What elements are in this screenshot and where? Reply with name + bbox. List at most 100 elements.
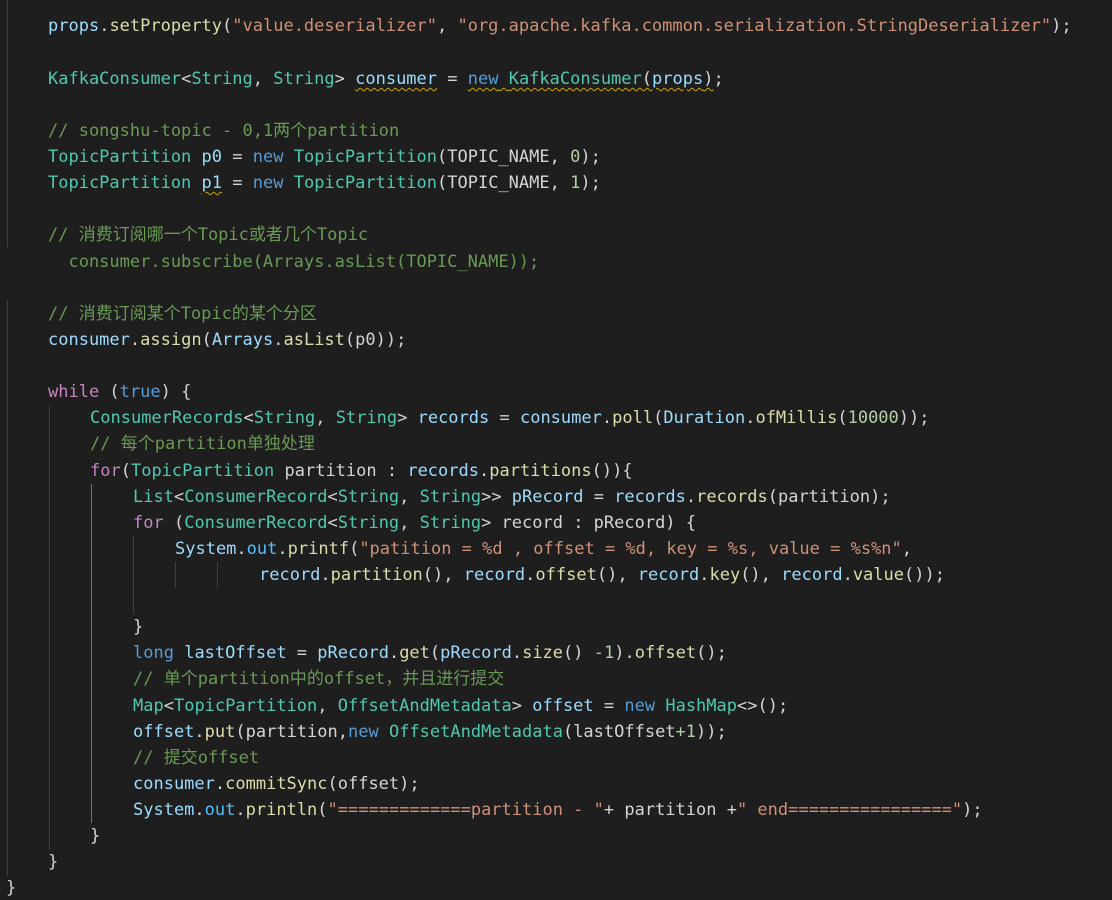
code-token: > — [397, 408, 418, 428]
code-token: ); — [1051, 16, 1072, 36]
code-token: String — [273, 69, 335, 89]
code-token: record — [259, 565, 321, 585]
code-token: "org.apache.kafka.common.serialization.S… — [457, 16, 1052, 36]
indent-guide-line — [7, 300, 8, 876]
code-token: // 每个partition单独处理 — [90, 434, 315, 454]
code-line: } — [133, 614, 143, 640]
code-token: . — [235, 800, 246, 820]
code-line: for (ConsumerRecord<String, String> reco… — [133, 510, 696, 536]
code-line: List<ConsumerRecord<String, String>> pRe… — [133, 484, 891, 510]
code-token: OffsetAndMetadata — [337, 696, 512, 716]
code-token: . — [194, 722, 205, 742]
code-token: = — [222, 147, 253, 167]
code-token: . — [129, 330, 141, 350]
code-token: ConsumerRecord — [184, 513, 328, 533]
code-line: offset.put(partition,new OffsetAndMetada… — [133, 719, 727, 745]
code-line: // 消费订阅某个Topic的某个分区 — [48, 301, 317, 327]
code-token: partition — [330, 565, 423, 585]
code-token: () — [563, 643, 594, 663]
code-token: > record : pRecord) { — [481, 513, 697, 533]
code-token: records — [614, 487, 686, 507]
code-token: ); — [580, 173, 601, 193]
code-token: } — [133, 617, 144, 637]
code-token: (lastOffset — [562, 722, 676, 742]
code-token: ( — [653, 408, 664, 428]
code-token: , — [399, 487, 420, 507]
code-token: (); — [696, 643, 727, 663]
code-token: props — [48, 16, 100, 36]
code-token: record — [637, 565, 700, 585]
code-token: . — [277, 539, 288, 559]
code-token: consumer — [519, 408, 602, 428]
code-token: String — [419, 513, 482, 533]
code-token: . — [478, 461, 490, 481]
code-token: key — [709, 565, 741, 585]
code-token: // 单个partition中的offset，并且进行提交 — [133, 669, 505, 689]
code-token: String — [337, 487, 400, 507]
code-token: = — [583, 487, 615, 507]
code-line: // 消费订阅哪一个Topic或者几个Topic — [48, 222, 368, 248]
code-token: String — [419, 487, 482, 507]
code-token: , — [317, 696, 338, 716]
indent-guide-line — [49, 405, 50, 850]
code-token: // 提交offset — [133, 748, 260, 768]
code-token: lastOffset — [184, 643, 287, 663]
code-token: < — [327, 487, 338, 507]
code-token: ofMillis — [755, 408, 838, 428]
code-token: Map — [133, 696, 164, 716]
code-token: offset — [532, 696, 594, 716]
code-editor[interactable]: props.setProperty("value.deserializer", … — [0, 0, 1112, 900]
code-token: partition : — [274, 461, 408, 481]
code-line: // 每个partition单独处理 — [90, 431, 315, 457]
code-token: setProperty — [109, 16, 223, 36]
code-token: // 消费订阅某个Topic的某个分区 — [48, 304, 317, 324]
code-token: ; — [713, 69, 724, 89]
code-token: p0 — [201, 147, 223, 167]
code-token: TopicPartition — [48, 147, 192, 167]
code-token: new — [624, 696, 656, 716]
code-token: partitions — [489, 461, 592, 481]
code-line: Map<TopicPartition, OffsetAndMetadata> o… — [133, 693, 788, 719]
code-token: long — [133, 643, 174, 663]
code-token: put — [204, 722, 236, 742]
code-token: . — [842, 565, 853, 585]
code-token: records — [407, 461, 479, 481]
code-line: System.out.printf("patition = %d , offse… — [175, 536, 912, 562]
code-token: . — [194, 800, 205, 820]
code-token: List — [133, 487, 174, 507]
code-token: . — [601, 408, 613, 428]
code-token: "value.deserializer" — [232, 16, 437, 36]
code-token: (partition, — [235, 722, 348, 742]
code-token: ()){ — [591, 461, 633, 481]
code-line: KafkaConsumer<String, String> consumer =… — [48, 66, 724, 92]
code-token: , — [399, 513, 420, 533]
code-token: new — [347, 722, 379, 742]
code-token: 1 — [570, 173, 581, 193]
code-token: new — [252, 173, 284, 193]
code-token: ( — [317, 800, 328, 820]
code-token: ( — [429, 643, 441, 663]
indent-guide-line — [7, 0, 8, 247]
code-line: consumer.subscribe(Arrays.asList(TOPIC_N… — [48, 249, 539, 275]
code-token: . — [511, 643, 523, 663]
code-line: System.out.println("=============partiti… — [133, 797, 983, 823]
code-token: 0 — [570, 147, 581, 167]
code-token: TopicPartition — [293, 173, 438, 193]
code-token: , — [315, 408, 336, 428]
code-token: KafkaConsumer — [48, 69, 182, 89]
code-token: -1 — [593, 643, 615, 663]
code-token: value — [852, 565, 904, 585]
code-line: TopicPartition p1 = new TopicPartition(T… — [48, 170, 601, 196]
code-token: > — [334, 69, 356, 89]
code-token: . — [320, 565, 331, 585]
code-token: printf — [287, 539, 350, 559]
code-token: >> — [481, 487, 512, 507]
code-token: (p0)); — [344, 330, 407, 350]
code-token: String — [253, 408, 316, 428]
code-token: record — [781, 565, 843, 585]
code-token: asList — [283, 330, 345, 350]
code-line: while (true) { — [48, 379, 191, 405]
